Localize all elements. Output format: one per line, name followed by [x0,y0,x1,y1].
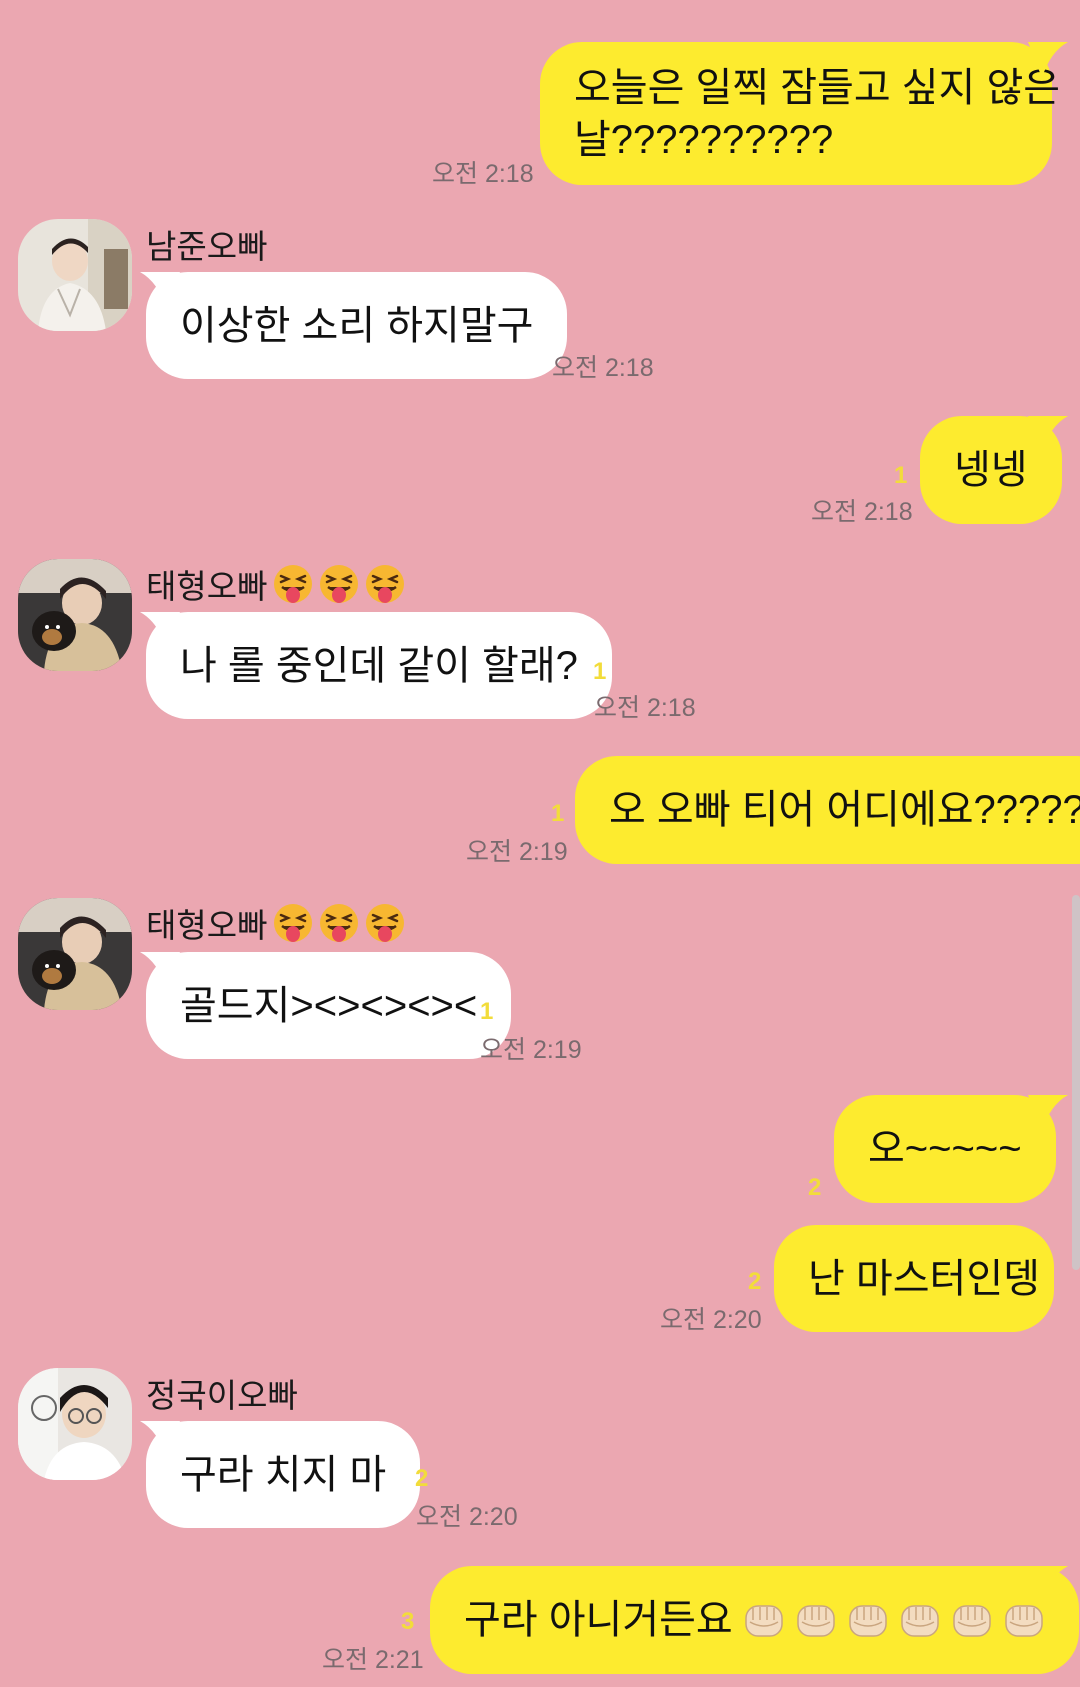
message-timestamp: 오전 2:20 [416,1503,518,1531]
unread-count: 1 [551,800,565,827]
message-text-line-2: 날?????????? [574,117,834,162]
avatar-jungkook[interactable] [18,1368,132,1480]
their-message-bubble[interactable]: 골드지><><><>< [146,952,512,1059]
message-text: 오~~~~~ [868,1127,1022,1171]
unread-count: 2 [808,1174,822,1201]
message-text: 넹넹 [954,448,1028,492]
message-text: 난 마스터인뎅 [808,1256,1040,1301]
sender-name: 태형오빠 [146,899,405,947]
bubble-tail [140,272,180,308]
squinting-tongue-face-icon [273,564,313,604]
sender-name: 태형오빠 [146,560,405,608]
bubble-tail [1028,416,1068,452]
bubble-tail [1028,42,1068,78]
unread-count: 2 [415,1465,429,1492]
oncoming-fist-icon [743,1600,785,1640]
message-text: 구라 아니거든요 [464,1598,733,1642]
squinting-tongue-face-icon [365,564,405,604]
avatar-namjoon[interactable] [18,219,132,331]
sender-name-text: 태형오빠 [146,568,268,605]
bubble-tail [1028,1095,1068,1131]
my-message-bubble[interactable]: 구라 아니거든요 [430,1566,1079,1674]
squinting-tongue-face-icon [319,564,359,604]
message-text: 나 롤 중인데 같이 할래? [180,643,578,688]
squinting-tongue-face-icon [365,903,405,943]
scrollbar-thumb[interactable] [1072,895,1080,1270]
message-timestamp: 오전 2:18 [594,694,696,722]
their-message-bubble[interactable]: 구라 치지 마 [146,1421,421,1528]
message-timestamp: 오전 2:18 [811,498,913,526]
oncoming-fist-icon [847,1600,889,1640]
my-message-bubble[interactable]: 오 오빠 티어 어디에요????? [575,756,1080,864]
message-text: 오 오빠 티어 어디에요????? [609,788,1080,832]
bubble-tail [1028,1566,1068,1602]
message-text: 이상한 소리 하지말구 [180,303,534,348]
message-text: 구라 치지 마 [180,1452,387,1497]
oncoming-fist-icon [795,1600,837,1640]
message-timestamp: 오전 2:21 [322,1646,424,1674]
oncoming-fist-icon [1003,1600,1045,1640]
bubble-tail [140,952,180,988]
unread-count: 1 [894,462,908,489]
message-timestamp: 오전 2:19 [480,1036,582,1064]
their-message-bubble[interactable]: 나 롤 중인데 같이 할래? [146,612,612,719]
oncoming-fist-icon [951,1600,993,1640]
sender-name: 정국이오빠 [146,1377,298,1414]
squinting-tongue-face-icon [319,903,359,943]
message-timestamp: 오전 2:18 [552,354,654,382]
unread-count: 1 [593,658,607,685]
my-message-bubble[interactable]: 난 마스터인뎅 [774,1225,1054,1332]
message-text-line-1: 오늘은 일찍 잠들고 싶지 않은 [574,65,1061,110]
unread-count: 1 [480,998,494,1025]
sender-name: 남준오빠 [146,228,268,265]
my-message-bubble[interactable]: 오늘은 일찍 잠들고 싶지 않은 날?????????? [540,42,1060,185]
message-timestamp: 오전 2:19 [466,838,568,866]
my-message-bubble[interactable]: 오~~~~~ [834,1095,1056,1203]
unread-count: 3 [401,1608,415,1635]
avatar-taehyung[interactable] [18,898,132,1010]
bubble-tail [140,612,180,648]
squinting-tongue-face-icon [273,903,313,943]
bubble-tail [140,1421,180,1457]
their-message-bubble[interactable]: 이상한 소리 하지말구 [146,272,568,379]
avatar-taehyung[interactable] [18,559,132,671]
message-timestamp: 오전 2:18 [432,160,534,188]
bubble-tail [1028,756,1068,792]
message-timestamp: 오전 2:20 [660,1306,762,1334]
message-text: 골드지><><><>< [180,983,478,1028]
sender-name-text: 태형오빠 [146,907,268,944]
oncoming-fist-icon [899,1600,941,1640]
unread-count: 2 [748,1268,762,1295]
